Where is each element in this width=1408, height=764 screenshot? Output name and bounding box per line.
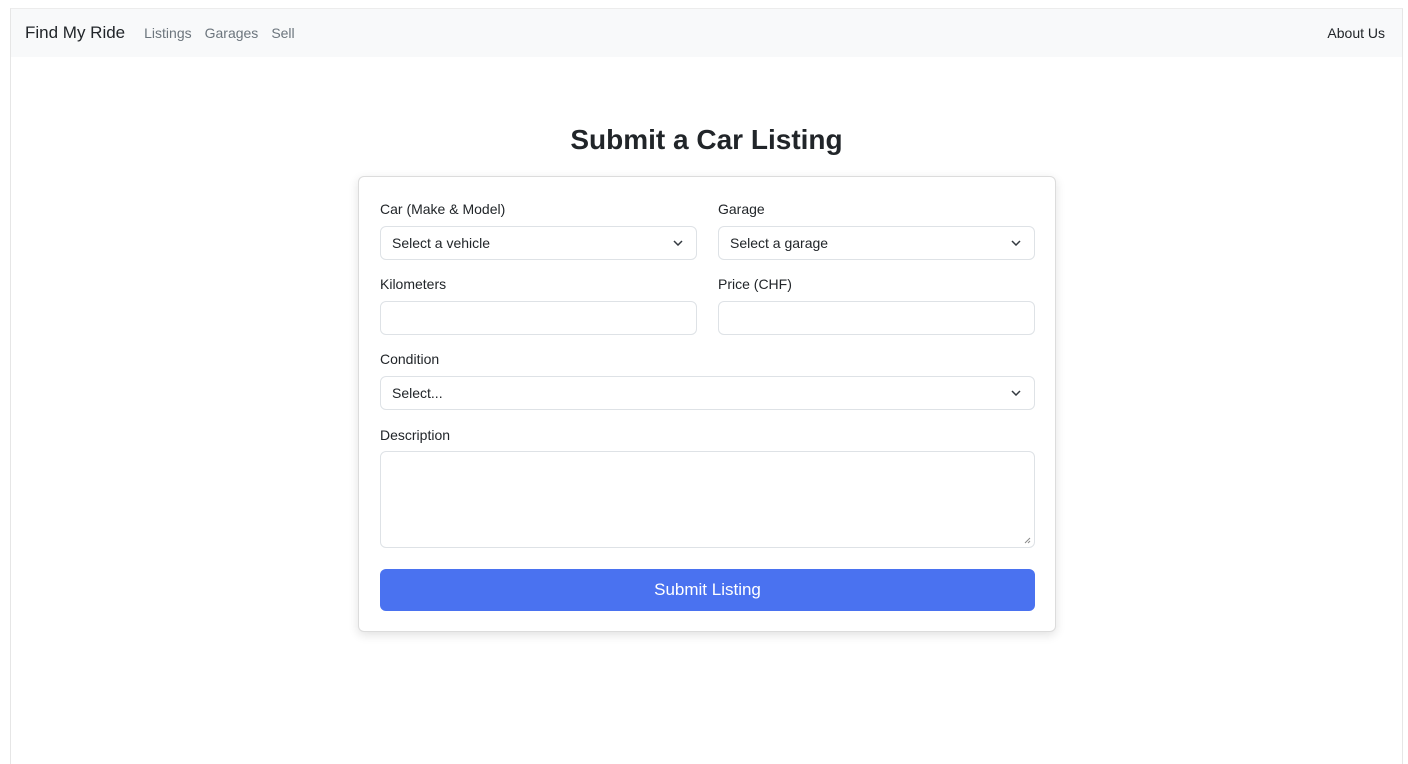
brand-link[interactable]: Find My Ride	[25, 23, 125, 43]
listing-form-card: Car (Make & Model) Select a vehicle Gara…	[358, 176, 1056, 632]
submit-listing-button[interactable]: Submit Listing	[380, 569, 1035, 611]
nav-link-garages[interactable]: Garages	[205, 25, 259, 41]
price-input[interactable]	[718, 301, 1035, 335]
car-label: Car (Make & Model)	[380, 201, 506, 217]
condition-select[interactable]: Select...	[380, 376, 1035, 410]
description-textarea[interactable]	[380, 451, 1035, 548]
resize-grip-icon[interactable]	[1023, 536, 1031, 544]
price-label: Price (CHF)	[718, 276, 792, 292]
garage-select-value: Select a garage	[730, 235, 829, 251]
navbar: Find My Ride Listings Garages Sell About…	[11, 9, 1402, 57]
garage-label: Garage	[718, 201, 765, 217]
page-title: Submit a Car Listing	[570, 124, 843, 155]
chevron-down-icon	[671, 236, 685, 250]
nav-link-listings[interactable]: Listings	[144, 25, 191, 41]
chevron-down-icon	[1009, 236, 1023, 250]
car-select-value: Select a vehicle	[392, 235, 491, 251]
app-window: Find My Ride Listings Garages Sell About…	[10, 8, 1403, 764]
car-select[interactable]: Select a vehicle	[380, 226, 697, 260]
chevron-down-icon	[1009, 386, 1023, 400]
description-label: Description	[380, 427, 451, 443]
nav-link-sell[interactable]: Sell	[271, 25, 294, 41]
nav-link-about-us[interactable]: About Us	[1327, 25, 1385, 41]
kilometers-label: Kilometers	[380, 276, 447, 292]
condition-select-value: Select...	[392, 385, 443, 401]
kilometers-input[interactable]	[380, 301, 697, 335]
garage-select[interactable]: Select a garage	[718, 226, 1035, 260]
condition-label: Condition	[380, 351, 440, 367]
